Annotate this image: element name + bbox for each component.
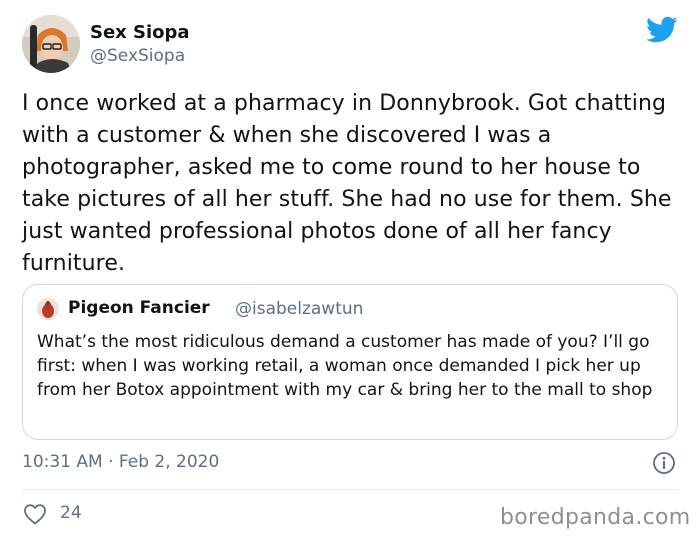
quote-text: What’s the most ridiculous demand a cust… bbox=[37, 332, 653, 400]
like-count: 24 bbox=[60, 503, 82, 523]
author-avatar[interactable] bbox=[22, 15, 80, 73]
tweet-text: I once worked at a pharmacy in Donnybroo… bbox=[22, 91, 672, 276]
divider bbox=[22, 489, 678, 490]
heart-outline-icon[interactable] bbox=[23, 503, 47, 525]
quote-author-handle[interactable]: @isabelzawtun bbox=[235, 299, 363, 319]
quote-author-name[interactable]: Pigeon Fancier bbox=[68, 298, 210, 318]
quoted-tweet[interactable]: Pigeon Fancier @isabelzawtun What’s the … bbox=[22, 284, 678, 440]
tweet-card: Sex Siopa @SexSiopa I once worked at a p… bbox=[0, 0, 700, 541]
tweet-timestamp[interactable]: 10:31 AM · Feb 2, 2020 bbox=[22, 452, 219, 472]
info-icon[interactable] bbox=[652, 451, 676, 475]
twitter-bird-icon[interactable] bbox=[646, 16, 678, 44]
author-handle[interactable]: @SexSiopa bbox=[90, 46, 185, 66]
quote-author-avatar[interactable] bbox=[37, 298, 59, 320]
author-name[interactable]: Sex Siopa bbox=[90, 22, 190, 43]
watermark: boredpanda.com bbox=[500, 505, 691, 530]
